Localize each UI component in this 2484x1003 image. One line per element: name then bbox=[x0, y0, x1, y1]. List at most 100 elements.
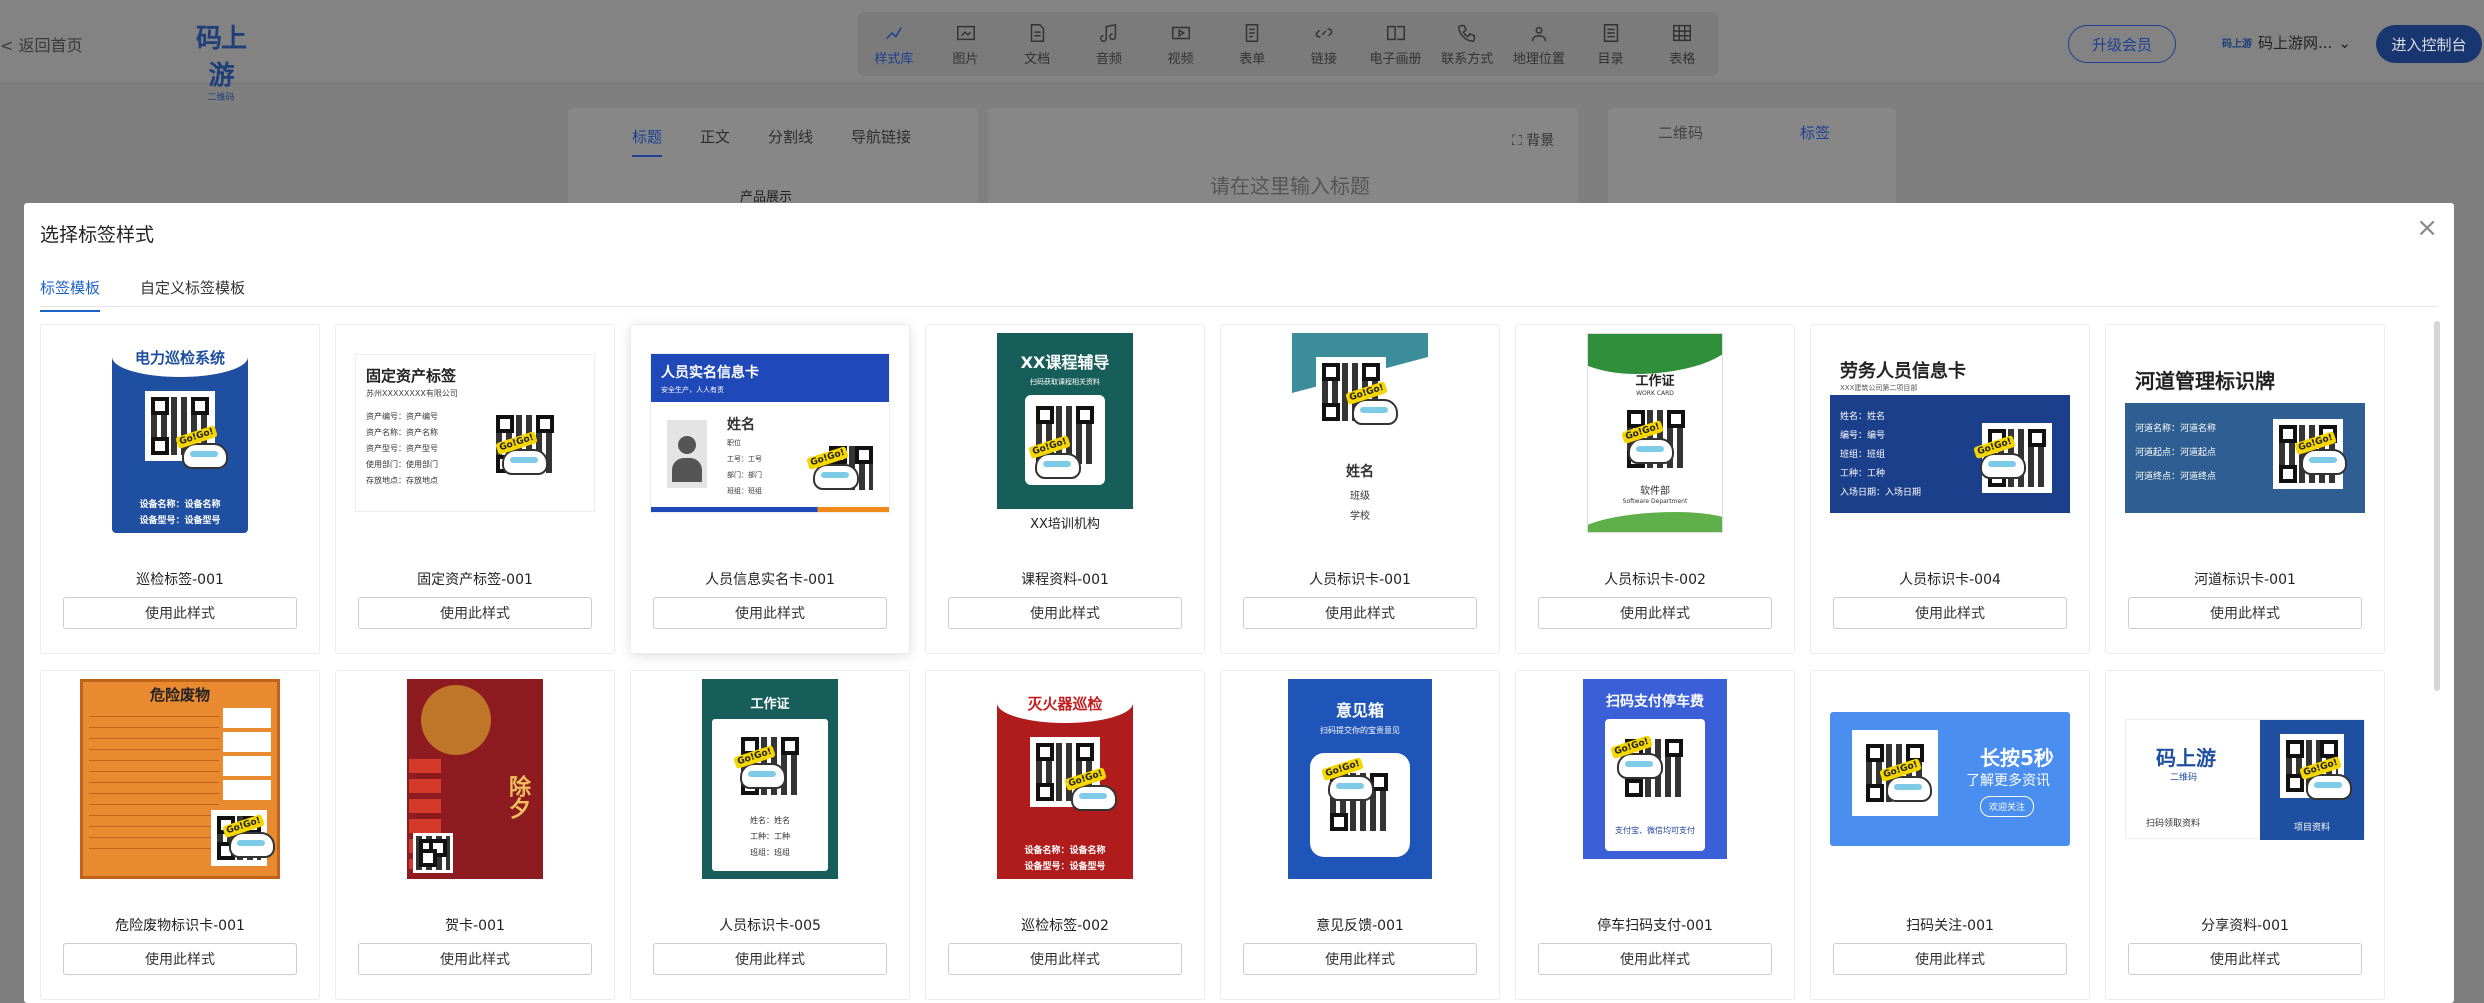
use-style-button[interactable]: 使用此样式 bbox=[358, 943, 592, 975]
template-thumbnail[interactable]: 人员实名信息卡 安全生产，人人有责 姓名 职位 工号：工号 部门：部门 班组：班组 Go!Go… bbox=[631, 333, 909, 533]
tab-qrcode[interactable]: 二维码 bbox=[1658, 122, 1703, 143]
airplane-mascot-icon bbox=[2301, 449, 2347, 475]
tab-label[interactable]: 标签 bbox=[1800, 122, 1830, 143]
use-style-button[interactable]: 使用此样式 bbox=[653, 597, 887, 629]
tool-label: 链接 bbox=[1310, 51, 1337, 67]
template-card[interactable]: 电力巡检系统 Go!Go! 设备名称：设备名称 设备型号：设备型号 巡检标签-001 使用… bbox=[40, 324, 320, 654]
template-card[interactable]: 工作证 Go!Go! 姓名：姓名 工种：工种 班组：班组 人员标识卡-005 使用此样式 bbox=[630, 670, 910, 1000]
template-thumbnail[interactable]: 河道管理标识牌 河道名称：河道名称 河道起点：河道起点 河道终点：河道终点 Go!Go! bbox=[2106, 333, 2384, 533]
editor-right-panel bbox=[1608, 108, 1896, 218]
template-card[interactable]: 灭火器巡检 Go!Go! 设备名称：设备名称 设备型号：设备型号巡检标签-002 使用此… bbox=[925, 670, 1205, 1000]
template-card[interactable]: 固定资产标签 苏州XXXXXXXX有限公司 资产编号：资产编号 资产名称：资产名称 资产… bbox=[335, 324, 615, 654]
template-thumbnail[interactable]: 工作证 Go!Go! 姓名：姓名 工种：工种 班组：班组 bbox=[631, 679, 909, 879]
tool-style[interactable]: 样式库 bbox=[858, 12, 930, 76]
tool-form[interactable]: 表单 bbox=[1216, 12, 1288, 76]
template-thumbnail[interactable]: Go!Go! 姓名 班级 学校 bbox=[1221, 333, 1499, 533]
template-card[interactable]: 劳务人员信息卡 XXX建筑公司第二项目部 姓名：姓名 编号：编号 班组：班组 工种：工种入… bbox=[1810, 324, 2090, 654]
template-name: 贺卡-001 bbox=[445, 918, 505, 934]
use-style-button[interactable]: 使用此样式 bbox=[1833, 597, 2067, 629]
tab-title[interactable]: 标题 bbox=[632, 126, 663, 157]
use-style-button[interactable]: 使用此样式 bbox=[1538, 597, 1772, 629]
use-style-button[interactable]: 使用此样式 bbox=[1243, 597, 1477, 629]
use-style-button[interactable]: 使用此样式 bbox=[1243, 943, 1477, 975]
document-icon bbox=[1030, 23, 1045, 42]
tab-body[interactable]: 正文 bbox=[700, 126, 730, 157]
template-name: 巡检标签-002 bbox=[1021, 918, 1109, 934]
template-thumbnail[interactable]: 扫码支付停车费 Go!Go! 支付宝、微信均可支付 bbox=[1516, 679, 1794, 879]
tool-phone[interactable]: 联系方式 bbox=[1431, 12, 1503, 76]
template-thumbnail[interactable]: 意见箱 扫码提交你的宝贵意见 Go!Go! bbox=[1221, 679, 1499, 879]
tool-document[interactable]: 文档 bbox=[1001, 12, 1073, 76]
tool-audio[interactable]: 音频 bbox=[1073, 12, 1145, 76]
use-style-button[interactable]: 使用此样式 bbox=[1538, 943, 1772, 975]
template-name: 人员信息实名卡-001 bbox=[705, 572, 835, 588]
use-style-button[interactable]: 使用此样式 bbox=[653, 943, 887, 975]
template-card[interactable]: Go!Go! 姓名 班级 学校 人员标识卡-001 使用此样式 bbox=[1220, 324, 1500, 654]
video-icon bbox=[1171, 26, 1190, 39]
airplane-mascot-icon bbox=[1886, 776, 1932, 802]
template-thumbnail[interactable]: 除夕 bbox=[336, 679, 614, 879]
use-style-button[interactable]: 使用此样式 bbox=[948, 597, 1182, 629]
airplane-mascot-icon bbox=[502, 449, 548, 475]
upgrade-button[interactable]: 升级会员 bbox=[2068, 25, 2176, 63]
tab-nav-link[interactable]: 导航链接 bbox=[851, 126, 911, 157]
tool-image[interactable]: 图片 bbox=[930, 12, 1002, 76]
template-thumbnail[interactable]: 码上游 二维码 扫码领取资料 Go!Go! 项目资料 bbox=[2106, 679, 2384, 879]
template-name: 课程资料-001 bbox=[1021, 572, 1109, 588]
use-style-button[interactable]: 使用此样式 bbox=[63, 943, 297, 975]
background-label: 背景 bbox=[1526, 133, 1555, 149]
template-card[interactable]: 工作证 WORK CARD Go!Go! 软件部 Software Department… bbox=[1515, 324, 1795, 654]
template-thumbnail[interactable]: 劳务人员信息卡 XXX建筑公司第二项目部 姓名：姓名 编号：编号 班组：班组 工种：工种入… bbox=[1811, 333, 2089, 533]
template-thumbnail[interactable]: Go!Go! 长按5秒 了解更多资讯 欢迎关注 bbox=[1811, 679, 2089, 879]
template-card[interactable]: 扫码支付停车费 Go!Go! 支付宝、微信均可支付 停车扫码支付-001 使用此样式 bbox=[1515, 670, 1795, 1000]
close-icon[interactable]: × bbox=[2416, 213, 2438, 243]
template-card[interactable]: 意见箱 扫码提交你的宝贵意见 Go!Go! 意见反馈-001 使用此样式 bbox=[1220, 670, 1500, 1000]
tool-video[interactable]: 视频 bbox=[1145, 12, 1217, 76]
use-style-button[interactable]: 使用此样式 bbox=[1833, 943, 2067, 975]
template-card[interactable]: Go!Go! 长按5秒 了解更多资讯 欢迎关注 扫码关注-001 使用此样式 bbox=[1810, 670, 2090, 1000]
template-card[interactable]: 河道管理标识牌 河道名称：河道名称 河道起点：河道起点 河道终点：河道终点 Go!Go!… bbox=[2105, 324, 2385, 654]
airplane-mascot-icon bbox=[1617, 753, 1663, 779]
tool-album[interactable]: 电子画册 bbox=[1360, 12, 1432, 76]
template-card[interactable]: 码上游 二维码 扫码领取资料 Go!Go! 项目资料 分享资料-001 使用此样式 bbox=[2105, 670, 2385, 1000]
tool-label: 文档 bbox=[1024, 51, 1051, 67]
tool-link[interactable]: 链接 bbox=[1288, 12, 1360, 76]
tool-label: 目录 bbox=[1597, 51, 1624, 67]
template-name: 人员标识卡-004 bbox=[1899, 572, 2001, 588]
template-thumbnail[interactable]: XX课程辅导 扫码获取课程相关资料 Go!Go! XX培训机构 bbox=[926, 333, 1204, 533]
use-style-button[interactable]: 使用此样式 bbox=[358, 597, 592, 629]
image-icon bbox=[956, 25, 975, 40]
template-thumbnail[interactable]: 灭火器巡检 Go!Go! 设备名称：设备名称 设备型号：设备型号 bbox=[926, 679, 1204, 879]
template-thumbnail[interactable]: 工作证 WORK CARD Go!Go! 软件部 Software Department bbox=[1516, 333, 1794, 533]
tool-location[interactable]: 地理位置 bbox=[1503, 12, 1575, 76]
template-card[interactable]: 危险废物 Go!Go! 危险废物标识卡-001 使用此样式 bbox=[40, 670, 320, 1000]
template-card[interactable]: XX课程辅导 扫码获取课程相关资料 Go!Go! XX培训机构课程资料-001 使用此样… bbox=[925, 324, 1205, 654]
title-placeholder[interactable]: 请在这里输入标题 bbox=[1210, 170, 1370, 199]
scrollbar[interactable] bbox=[2434, 321, 2440, 691]
template-card[interactable]: 除夕贺卡-001 使用此样式 bbox=[335, 670, 615, 1000]
logo[interactable]: 码上游 二维码 bbox=[186, 18, 256, 103]
template-grid: 电力巡检系统 Go!Go! 设备名称：设备名称 设备型号：设备型号 巡检标签-001 使用… bbox=[40, 324, 2400, 1000]
template-thumbnail[interactable]: 电力巡检系统 Go!Go! 设备名称：设备名称 设备型号：设备型号 bbox=[41, 333, 319, 533]
use-style-button[interactable]: 使用此样式 bbox=[948, 943, 1182, 975]
tab-divider[interactable]: 分割线 bbox=[768, 126, 813, 157]
tool-label: 地理位置 bbox=[1512, 51, 1565, 67]
form-icon bbox=[1245, 23, 1259, 42]
airplane-mascot-icon bbox=[182, 443, 228, 469]
template-thumbnail[interactable]: 危险废物 Go!Go! bbox=[41, 679, 319, 879]
use-style-button[interactable]: 使用此样式 bbox=[2128, 943, 2362, 975]
enter-console-button[interactable]: 进入控制台 bbox=[2376, 25, 2482, 63]
account-menu[interactable]: 码上游 码上游网... ⌄ bbox=[2222, 32, 2351, 53]
use-style-button[interactable]: 使用此样式 bbox=[2128, 597, 2362, 629]
background-button[interactable]: ⛶ 背景 bbox=[1512, 130, 1554, 150]
template-card[interactable]: 人员实名信息卡 安全生产，人人有责 姓名 职位 工号：工号 部门：部门 班组：班组 Go!Go… bbox=[630, 324, 910, 654]
tool-table[interactable]: 表格 bbox=[1646, 12, 1718, 76]
back-home-link[interactable]: < 返回首页 bbox=[0, 32, 83, 56]
label-style-modal: 选择标签样式 × 标签模板 自定义标签模板 电力巡检系统 Go!Go! 设备名称：设… bbox=[24, 203, 2454, 1003]
tool-catalog[interactable]: 目录 bbox=[1575, 12, 1647, 76]
airplane-mascot-icon bbox=[1328, 775, 1374, 801]
template-thumbnail[interactable]: 固定资产标签 苏州XXXXXXXX有限公司 资产编号：资产编号 资产名称：资产名称 资产… bbox=[336, 333, 614, 533]
airplane-mascot-icon bbox=[2306, 774, 2352, 800]
use-style-button[interactable]: 使用此样式 bbox=[63, 597, 297, 629]
table-icon bbox=[1673, 24, 1692, 41]
